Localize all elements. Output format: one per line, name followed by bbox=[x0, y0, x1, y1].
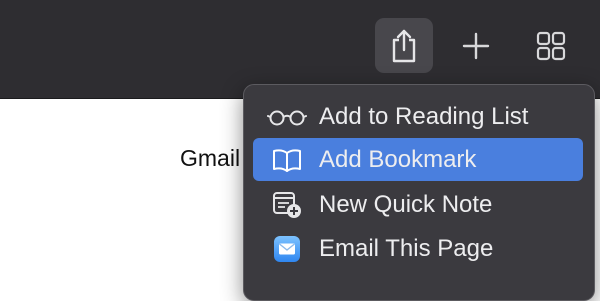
mail-icon bbox=[261, 227, 313, 270]
tab-overview-button[interactable] bbox=[522, 18, 580, 73]
menu-item-add-to-reading-list[interactable]: Add to Reading List bbox=[253, 95, 583, 138]
menu-item-label: Email This Page bbox=[319, 234, 494, 262]
share-icon bbox=[392, 29, 416, 62]
new-tab-button[interactable] bbox=[447, 18, 505, 73]
share-button[interactable] bbox=[375, 18, 433, 73]
share-menu: Add to Reading List Add Bookmark New Qui… bbox=[243, 84, 595, 301]
menu-item-email-this-page[interactable]: Email This Page bbox=[253, 227, 583, 270]
tab-overview-icon bbox=[536, 31, 566, 60]
book-icon bbox=[261, 138, 313, 181]
page-content-text: Gmail bbox=[180, 145, 241, 171]
menu-item-label: New Quick Note bbox=[319, 190, 493, 218]
menu-item-label: Add Bookmark bbox=[319, 145, 477, 173]
menu-item-new-quick-note[interactable]: New Quick Note bbox=[253, 183, 583, 226]
quick-note-icon bbox=[261, 183, 313, 226]
reading-glasses-icon bbox=[261, 95, 313, 138]
menu-item-add-bookmark[interactable]: Add Bookmark bbox=[253, 138, 583, 181]
plus-icon bbox=[462, 32, 490, 59]
menu-item-label: Add to Reading List bbox=[319, 102, 529, 130]
